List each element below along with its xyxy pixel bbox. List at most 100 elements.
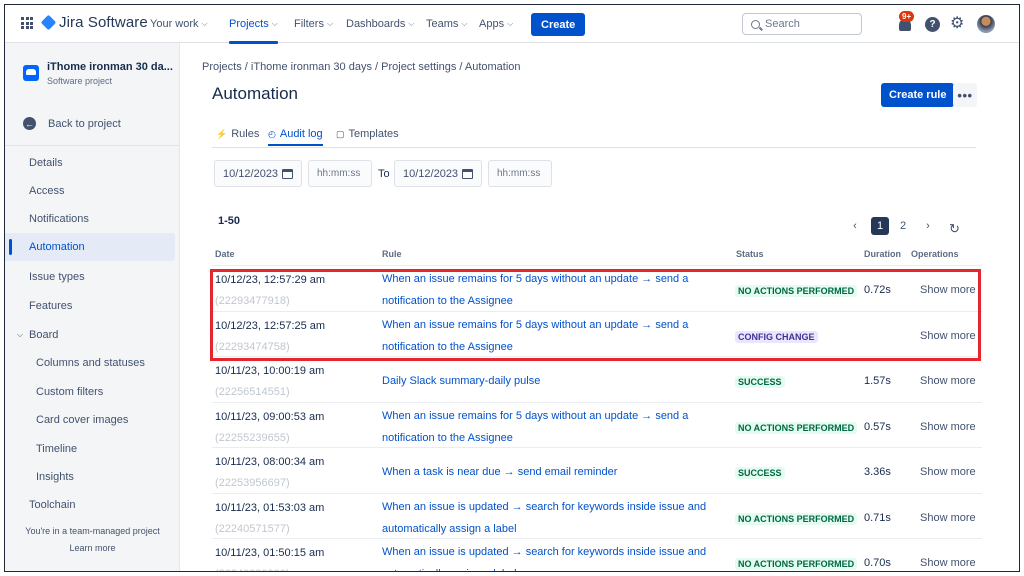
arrow-left-icon: ←	[23, 117, 36, 130]
log-id: (22240389999)	[215, 568, 290, 571]
rule-link[interactable]: When an issue is updated → search for ke…	[382, 541, 732, 571]
log-duration: 3.36s	[864, 466, 891, 478]
status-badge: SUCCESS	[735, 376, 785, 388]
tab-templates[interactable]: ▢ Templates	[336, 128, 399, 140]
tab-audit-log[interactable]: ◴ Audit log	[268, 128, 323, 146]
sidebar-item-columns-and-statuses[interactable]: Columns and statuses	[5, 349, 175, 377]
chevron-down-icon: ⌵	[507, 19, 514, 28]
log-duration: 0.72s	[864, 284, 891, 296]
show-more-link[interactable]: Show more	[920, 330, 976, 342]
refresh-icon[interactable]: ↻	[949, 221, 960, 237]
log-date: 10/11/23, 09:00:53 am	[215, 410, 325, 423]
rule-link[interactable]: When an issue remains for 5 days without…	[382, 314, 732, 358]
log-id: (22253956697)	[215, 477, 290, 489]
lightning-icon: ⚡	[216, 128, 228, 139]
row-divider	[212, 401, 982, 403]
pagination-next[interactable]: ›	[921, 217, 935, 235]
log-id: (22255239655)	[215, 431, 290, 444]
log-date: 10/12/23, 12:57:25 am	[215, 319, 326, 332]
rule-link[interactable]: When a task is near due → send email rem…	[382, 461, 732, 483]
to-date-picker[interactable]: 10/12/2023	[394, 160, 482, 187]
tab-rules[interactable]: ⚡ Rules	[216, 128, 259, 140]
status-badge: NO ACTIONS PERFORMED	[735, 421, 858, 434]
sidebar-item-custom-filters[interactable]: Custom filters	[5, 378, 175, 406]
status-badge: SUCCESS	[735, 467, 785, 479]
nav-apps[interactable]: Apps ⌵	[479, 18, 513, 30]
chevron-down-icon: ⌵	[271, 19, 278, 28]
from-date-picker[interactable]: 10/12/2023	[214, 160, 302, 187]
sidebar-item-details[interactable]: Details	[5, 149, 175, 177]
pagination-page-1[interactable]: 1	[871, 217, 889, 235]
show-more-link[interactable]: Show more	[920, 375, 976, 387]
more-actions-button[interactable]: •••	[953, 83, 977, 107]
column-header-duration: Duration	[864, 249, 901, 259]
template-icon: ▢	[336, 128, 345, 139]
nav-your-work[interactable]: Your work ⌵	[150, 18, 208, 30]
row-divider	[212, 310, 982, 312]
nav-teams[interactable]: Teams ⌵	[426, 18, 467, 30]
sidebar-item-board[interactable]: ⌵ Board	[5, 321, 175, 349]
sidebar-item-automation[interactable]: Automation	[5, 233, 175, 261]
team-managed-note: You're in a team-managed project	[25, 526, 160, 536]
breadcrumb[interactable]: Projects / iThome ironman 30 days / Proj…	[202, 61, 521, 73]
show-more-link[interactable]: Show more	[920, 284, 976, 296]
sidebar-item-features[interactable]: Features	[5, 292, 175, 320]
show-more-link[interactable]: Show more	[920, 421, 976, 433]
row-divider	[212, 447, 982, 448]
divider	[5, 145, 179, 146]
log-duration: 1.57s	[864, 375, 891, 387]
sidebar-item-insights[interactable]: Insights	[5, 463, 175, 491]
row-divider	[212, 538, 982, 539]
sidebar-item-toolchain[interactable]: Toolchain	[5, 491, 175, 519]
nav-projects[interactable]: Projects ⌵	[229, 18, 278, 44]
chevron-down-icon: ⌵	[326, 19, 334, 28]
nav-dashboards[interactable]: Dashboards ⌵	[346, 18, 414, 30]
from-time-input[interactable]: hh:mm:ss	[308, 160, 372, 187]
app-window: Jira Software Your work ⌵ Projects ⌵ Filte…	[4, 4, 1020, 572]
rule-link[interactable]: When an issue is updated → search for ke…	[382, 496, 732, 540]
show-more-link[interactable]: Show more	[920, 512, 976, 524]
avatar[interactable]	[977, 15, 995, 33]
rule-link[interactable]: When an issue remains for 5 days without…	[382, 405, 732, 449]
column-header-status: Status	[736, 249, 764, 259]
notifications-button[interactable]: 9+	[897, 11, 915, 32]
log-date: 10/11/23, 10:00:19 am	[215, 365, 325, 377]
project-header[interactable]: iThome ironman 30 da... Software project	[23, 61, 173, 86]
app-switcher-icon[interactable]	[21, 17, 33, 29]
status-badge: NO ACTIONS PERFORMED	[735, 558, 858, 570]
search-icon	[751, 19, 760, 29]
automation-tabs: ⚡ Rules ◴ Audit log ▢ Templates	[212, 124, 976, 148]
column-header-rule: Rule	[382, 249, 402, 259]
learn-more-link[interactable]: Learn more	[5, 543, 180, 553]
project-name: iThome ironman 30 da...	[47, 61, 173, 73]
search-input[interactable]: Search	[742, 13, 862, 35]
chevron-down-icon: ⌵	[408, 19, 415, 28]
row-divider	[212, 356, 982, 357]
log-id: (22293474758)	[215, 340, 290, 353]
clock-icon: ◴	[268, 128, 276, 139]
log-duration: 0.71s	[864, 511, 891, 524]
back-to-project-link[interactable]: ← Back to project	[23, 117, 121, 130]
pagination-prev[interactable]: ‹	[849, 217, 861, 235]
show-more-link[interactable]: Show more	[920, 466, 976, 478]
sidebar-item-notifications[interactable]: Notifications	[5, 205, 175, 233]
sidebar-item-card-cover-images[interactable]: Card cover images	[5, 406, 175, 434]
project-avatar-icon	[23, 65, 39, 81]
sidebar-item-issue-types[interactable]: Issue types	[5, 263, 175, 291]
show-more-link[interactable]: Show more	[920, 557, 976, 569]
pagination-page-2[interactable]: 2	[896, 217, 910, 235]
create-rule-button[interactable]: Create rule	[881, 83, 955, 107]
log-id: (22293477918)	[215, 295, 290, 307]
rule-link[interactable]: Daily Slack summary-daily pulse	[382, 370, 732, 392]
help-icon[interactable]: ?	[925, 17, 940, 32]
sidebar-item-access[interactable]: Access	[5, 177, 175, 205]
log-id: (22240571577)	[215, 522, 290, 535]
gear-icon[interactable]: ⚙	[950, 16, 964, 32]
product-logo[interactable]: Jira Software	[40, 14, 148, 31]
log-duration: 0.57s	[864, 420, 891, 433]
create-button[interactable]: Create	[531, 13, 586, 36]
sidebar-item-timeline[interactable]: Timeline	[5, 435, 175, 463]
nav-filters[interactable]: Filters ⌵	[294, 18, 333, 30]
to-time-input[interactable]: hh:mm:ss	[488, 160, 552, 187]
rule-link[interactable]: When an issue remains for 5 days without…	[382, 268, 732, 312]
